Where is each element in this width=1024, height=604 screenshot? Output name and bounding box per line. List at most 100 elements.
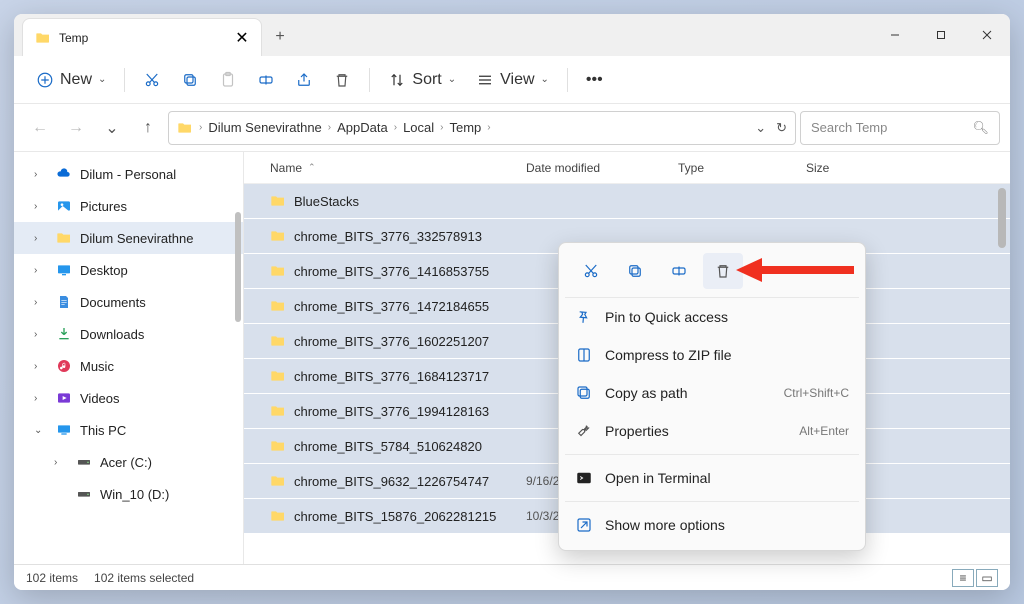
ctx-terminal[interactable]: Open in Terminal — [565, 459, 859, 497]
sidebar-item[interactable]: ›Dilum Senevirathne — [14, 222, 243, 254]
col-type[interactable]: Type — [670, 161, 798, 175]
expand-icon[interactable]: › — [34, 201, 48, 212]
chevron-down-icon[interactable]: ⌄ — [755, 120, 766, 136]
expand-icon[interactable]: › — [34, 361, 48, 372]
navbar: ← → ⌄ ↑ › Dilum Senevirathne › AppData ›… — [14, 104, 1010, 152]
sidebar-item[interactable]: ›Videos — [14, 382, 243, 414]
tab-temp[interactable]: Temp ✕ — [22, 18, 262, 56]
minimize-button[interactable] — [872, 14, 918, 56]
separator — [565, 454, 859, 455]
expand-icon[interactable]: › — [34, 393, 48, 404]
sidebar-item[interactable]: › Pictures — [14, 190, 243, 222]
folder-icon — [270, 473, 286, 489]
ctx-copy-button[interactable] — [615, 253, 655, 289]
plus-circle-icon — [36, 71, 54, 89]
search-input[interactable]: Search Temp 🔍︎ — [800, 111, 1000, 145]
more-button[interactable]: ••• — [578, 63, 611, 97]
expand-icon[interactable]: › — [34, 297, 48, 308]
expand-icon[interactable]: › — [34, 265, 48, 276]
separator — [124, 68, 125, 92]
expand-icon[interactable]: › — [34, 329, 48, 340]
breadcrumb-sep: › — [440, 122, 443, 133]
col-date[interactable]: Date modified — [518, 161, 670, 175]
folder-icon — [270, 228, 286, 244]
cut-button[interactable] — [135, 63, 169, 97]
ctx-copy-path[interactable]: Copy as path Ctrl+Shift+C — [565, 374, 859, 412]
delete-button[interactable] — [325, 63, 359, 97]
status-items: 102 items — [26, 571, 78, 585]
folder-icon — [270, 298, 286, 314]
close-button[interactable] — [964, 14, 1010, 56]
details-view-button[interactable]: ≡ — [952, 569, 974, 587]
new-tab-button[interactable]: + — [262, 18, 298, 56]
recent-button[interactable]: ⌄ — [96, 112, 128, 144]
sidebar-item[interactable]: › Music — [14, 350, 243, 382]
col-name[interactable]: Name ⌃ — [262, 161, 518, 175]
sidebar-item-label: Music — [80, 359, 114, 374]
breadcrumb[interactable]: Temp — [450, 120, 482, 135]
folder-icon — [270, 438, 286, 454]
new-button[interactable]: New ⌄ — [28, 63, 114, 97]
sidebar-item-label: Downloads — [80, 327, 144, 342]
view-button[interactable]: View ⌄ — [468, 63, 557, 97]
copy-button[interactable] — [173, 63, 207, 97]
folder-icon — [270, 333, 286, 349]
new-label: New — [60, 71, 92, 89]
sidebar-item[interactable]: › Desktop — [14, 254, 243, 286]
toolbar: New ⌄ Sort ⌄ View ⌄ ••• — [14, 56, 1010, 104]
sidebar-item[interactable]: Win_10 (D:) — [14, 478, 243, 510]
breadcrumb-sep: › — [487, 122, 490, 133]
expand-icon[interactable]: › — [34, 233, 48, 244]
maximize-button[interactable] — [918, 14, 964, 56]
ctx-more[interactable]: Show more options — [565, 506, 859, 544]
view-icon — [476, 71, 494, 89]
share-button[interactable] — [287, 63, 321, 97]
paste-icon — [219, 71, 237, 89]
folder-icon — [270, 193, 286, 209]
breadcrumb[interactable]: Local — [403, 120, 434, 135]
expand-icon[interactable]: › — [34, 169, 48, 180]
separator — [567, 68, 568, 92]
ctx-cut-button[interactable] — [571, 253, 611, 289]
scrollbar[interactable] — [235, 212, 241, 322]
file-name: chrome_BITS_3776_1416853755 — [294, 264, 489, 279]
ctx-rename-button[interactable] — [659, 253, 699, 289]
icons-view-button[interactable]: ▭ — [976, 569, 998, 587]
sidebar-item[interactable]: › Downloads — [14, 318, 243, 350]
col-size[interactable]: Size — [798, 161, 1010, 175]
search-icon: 🔍︎ — [972, 120, 989, 136]
ctx-zip[interactable]: Compress to ZIP file — [565, 336, 859, 374]
column-headers: Name ⌃ Date modified Type Size — [244, 152, 1010, 184]
titlebar: Temp ✕ + — [14, 14, 1010, 56]
sidebar-item-label: Dilum - Personal — [80, 167, 176, 182]
breadcrumb[interactable]: Dilum Senevirathne — [208, 120, 321, 135]
table-row[interactable]: BlueStacks — [244, 184, 1010, 219]
folder-icon — [35, 30, 51, 46]
scrollbar[interactable] — [998, 188, 1006, 248]
sidebar-item-label: Pictures — [80, 199, 127, 214]
tab-close-icon[interactable]: ✕ — [235, 31, 249, 45]
ctx-pin[interactable]: Pin to Quick access — [565, 298, 859, 336]
forward-button[interactable]: → — [60, 112, 92, 144]
address-bar[interactable]: › Dilum Senevirathne › AppData › Local ›… — [168, 111, 796, 145]
sidebar-item[interactable]: ⌄This PC — [14, 414, 243, 446]
paste-button[interactable] — [211, 63, 245, 97]
refresh-button[interactable]: ↻ — [776, 120, 787, 136]
sidebar-item[interactable]: ›Documents — [14, 286, 243, 318]
breadcrumb[interactable]: AppData — [337, 120, 388, 135]
view-label: View — [500, 71, 534, 89]
rename-button[interactable] — [249, 63, 283, 97]
breadcrumb-sep: › — [328, 122, 331, 133]
sidebar-item[interactable]: › Dilum - Personal — [14, 158, 243, 190]
expand-icon[interactable]: ⌄ — [34, 425, 48, 436]
wrench-icon — [575, 422, 593, 440]
up-button[interactable]: ↑ — [132, 112, 164, 144]
folder-icon — [177, 120, 193, 136]
sidebar-item-label: Desktop — [80, 263, 128, 278]
sort-button[interactable]: Sort ⌄ — [380, 63, 464, 97]
file-name: chrome_BITS_3776_1994128163 — [294, 404, 489, 419]
ctx-properties[interactable]: Properties Alt+Enter — [565, 412, 859, 450]
expand-icon[interactable]: › — [54, 457, 68, 468]
sidebar-item[interactable]: ›Acer (C:) — [14, 446, 243, 478]
back-button[interactable]: ← — [24, 112, 56, 144]
